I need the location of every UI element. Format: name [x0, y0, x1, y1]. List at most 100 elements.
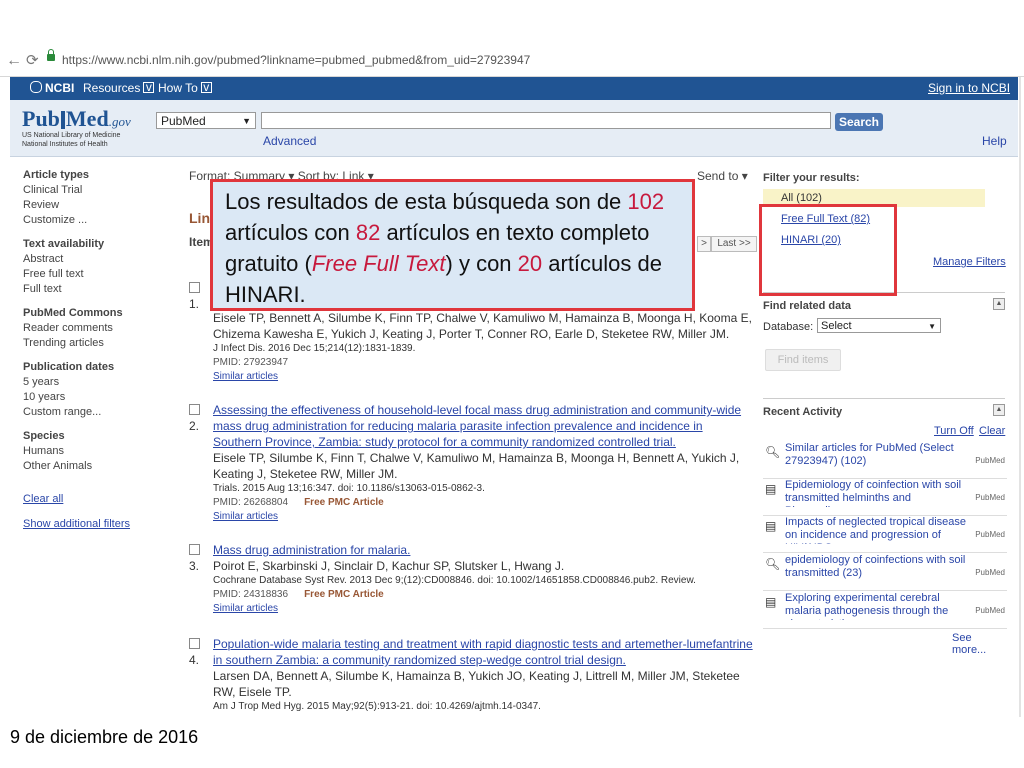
- result-authors: Eisele TP, Bennett A, Silumbe K, Finn TP…: [213, 311, 752, 341]
- recent-activity-item[interactable]: ▤ Epidemiology of coinfection with soil …: [763, 479, 1007, 516]
- divider: [763, 398, 1005, 399]
- highlight-term: Free Full Text: [311, 251, 446, 276]
- document-icon: ▤: [765, 595, 777, 609]
- url-field[interactable]: https://www.ncbi.nlm.nih.gov/pubmed?link…: [62, 53, 530, 67]
- similar-articles-link[interactable]: Similar articles: [213, 602, 753, 616]
- recent-activity-item[interactable]: 🔍︎ epidemiology of coinfections with soi…: [763, 554, 1007, 591]
- result-journal: Cochrane Database Syst Rev. 2013 Dec 9;(…: [213, 575, 696, 586]
- filter-item[interactable]: Trending articles: [23, 336, 153, 351]
- filter-group-title: Article types: [23, 169, 90, 181]
- result-number: 3.: [189, 559, 200, 573]
- show-filters-link[interactable]: Show additional filters: [23, 517, 153, 532]
- dropdown-arrow-icon: ▼: [928, 322, 936, 331]
- collapse-icon[interactable]: ▲: [993, 404, 1005, 416]
- ncbi-logo-icon: [30, 81, 42, 93]
- highlight-number: 102: [627, 189, 665, 214]
- reload-icon[interactable]: ⟳: [26, 51, 39, 69]
- filter-item[interactable]: Reader comments: [23, 321, 153, 336]
- slide-date: 9 de diciembre de 2016: [10, 727, 199, 747]
- page-edge: [1019, 77, 1021, 717]
- document-icon: ▤: [765, 519, 777, 533]
- result-checkbox[interactable]: [189, 404, 200, 415]
- highlight-number: 82: [355, 220, 381, 245]
- filter-group-title: Publication dates: [23, 361, 115, 373]
- document-icon: ▤: [765, 482, 777, 496]
- send-to-menu[interactable]: Send to ▾: [697, 169, 748, 183]
- result-number: 4.: [189, 653, 200, 667]
- filter-item[interactable]: Other Animals: [23, 459, 153, 474]
- filter-results-title: Filter your results:: [763, 172, 860, 184]
- back-icon[interactable]: ←: [6, 52, 22, 70]
- next-page-button[interactable]: >: [697, 236, 711, 252]
- filter-item[interactable]: Customize ...: [23, 213, 153, 228]
- last-page-button[interactable]: Last >>: [711, 236, 757, 252]
- annotation-callout: Los resultados de esta búsqueda son de 1…: [210, 179, 695, 311]
- search-icon: 🔍︎: [765, 557, 781, 571]
- browser-address-bar: ← ⟳ https://www.ncbi.nlm.nih.gov/pubmed?…: [0, 46, 1024, 77]
- clear-all-link[interactable]: Clear all: [23, 492, 153, 507]
- signin-link[interactable]: Sign in to NCBI: [928, 81, 1010, 95]
- pubmed-logo-mark: [60, 111, 65, 129]
- result-checkbox[interactable]: [189, 638, 200, 649]
- recent-activity-item[interactable]: ▤ Impacts of neglected tropical disease …: [763, 516, 1007, 553]
- filter-item[interactable]: 10 years: [23, 390, 153, 405]
- howto-menu[interactable]: How To v: [158, 81, 212, 95]
- result-checkbox[interactable]: [189, 282, 200, 293]
- help-link[interactable]: Help: [982, 134, 1007, 148]
- search-button[interactable]: Search: [835, 113, 883, 131]
- find-items-button[interactable]: Find items: [765, 349, 841, 371]
- result-title[interactable]: Assessing the effectiveness of household…: [213, 402, 753, 450]
- result-journal: Am J Trop Med Hyg. 2015 May;92(5):913-21…: [213, 701, 541, 712]
- result-title[interactable]: Population-wide malaria testing and trea…: [213, 636, 753, 668]
- chevron-down-icon: v: [200, 81, 212, 93]
- turn-off-link[interactable]: Turn Off: [934, 425, 974, 437]
- recent-activity-item[interactable]: ▤ Exploring experimental cerebral malari…: [763, 592, 1007, 629]
- filter-group-title: Species: [23, 430, 65, 442]
- filter-group-title: Text availability: [23, 238, 105, 250]
- filter-item[interactable]: Free full text: [23, 267, 153, 282]
- collapse-icon[interactable]: ▲: [993, 298, 1005, 310]
- related-database-select[interactable]: Select ▼: [817, 318, 941, 333]
- filter-item[interactable]: Custom range...: [23, 405, 153, 420]
- similar-articles-link[interactable]: Similar articles: [213, 370, 753, 384]
- result-pmid: PMID: 27923947: [213, 357, 289, 368]
- resources-menu[interactable]: Resources v: [83, 81, 155, 95]
- highlight-number: 20: [517, 251, 543, 276]
- filter-group-title: PubMed Commons: [23, 307, 123, 319]
- chevron-down-icon: v: [143, 81, 155, 93]
- recent-activity-item[interactable]: 🔍︎ Similar articles for PubMed (Select 2…: [763, 442, 1007, 479]
- filter-all[interactable]: All (102): [781, 192, 822, 204]
- free-pmc-article-link[interactable]: Free PMC Article: [304, 589, 384, 600]
- filter-item[interactable]: Full text: [23, 282, 153, 297]
- result-pmid: PMID: 24318836 Free PMC Article: [213, 589, 384, 600]
- filter-sidebar: Article types Clinical Trial Review Cust…: [23, 168, 153, 532]
- database-select[interactable]: PubMed ▼: [156, 112, 256, 129]
- annotation-highlight-frame: [759, 204, 897, 296]
- results-title: Lin: [189, 210, 210, 226]
- pubmed-logo-subtitle: US National Library of Medicine National …: [22, 132, 121, 148]
- pubmed-header: Pub Med.gov US National Library of Medici…: [10, 100, 1018, 157]
- filter-item[interactable]: Review: [23, 198, 153, 213]
- ncbi-logo[interactable]: NCBI: [30, 81, 74, 95]
- result-title[interactable]: Mass drug administration for malaria.: [213, 542, 753, 558]
- result-authors: Eisele TP, Silumbe K, Finn T, Chalwe V, …: [213, 451, 740, 481]
- see-more-link[interactable]: See more...: [952, 632, 1007, 656]
- result-pmid: PMID: 26268804 Free PMC Article: [213, 497, 384, 508]
- find-related-title: Find related data: [763, 300, 852, 312]
- filter-item[interactable]: Humans: [23, 444, 153, 459]
- search-input[interactable]: [261, 112, 831, 129]
- search-icon: 🔍︎: [765, 445, 781, 459]
- ncbi-top-bar: NCBI Resources v How To v Sign in to NCBI: [10, 77, 1018, 100]
- filter-item[interactable]: 5 years: [23, 375, 153, 390]
- database-label: Database:: [763, 321, 814, 333]
- result-checkbox[interactable]: [189, 544, 200, 555]
- free-pmc-article-link[interactable]: Free PMC Article: [304, 497, 384, 508]
- clear-link[interactable]: Clear: [979, 425, 1005, 437]
- filter-item[interactable]: Clinical Trial: [23, 183, 153, 198]
- filter-item[interactable]: Abstract: [23, 252, 153, 267]
- pubmed-logo[interactable]: Pub Med.gov: [22, 106, 131, 132]
- manage-filters-link[interactable]: Manage Filters: [933, 256, 1006, 268]
- advanced-link[interactable]: Advanced: [263, 134, 316, 148]
- result-number: 2.: [189, 419, 200, 433]
- similar-articles-link[interactable]: Similar articles: [213, 510, 753, 524]
